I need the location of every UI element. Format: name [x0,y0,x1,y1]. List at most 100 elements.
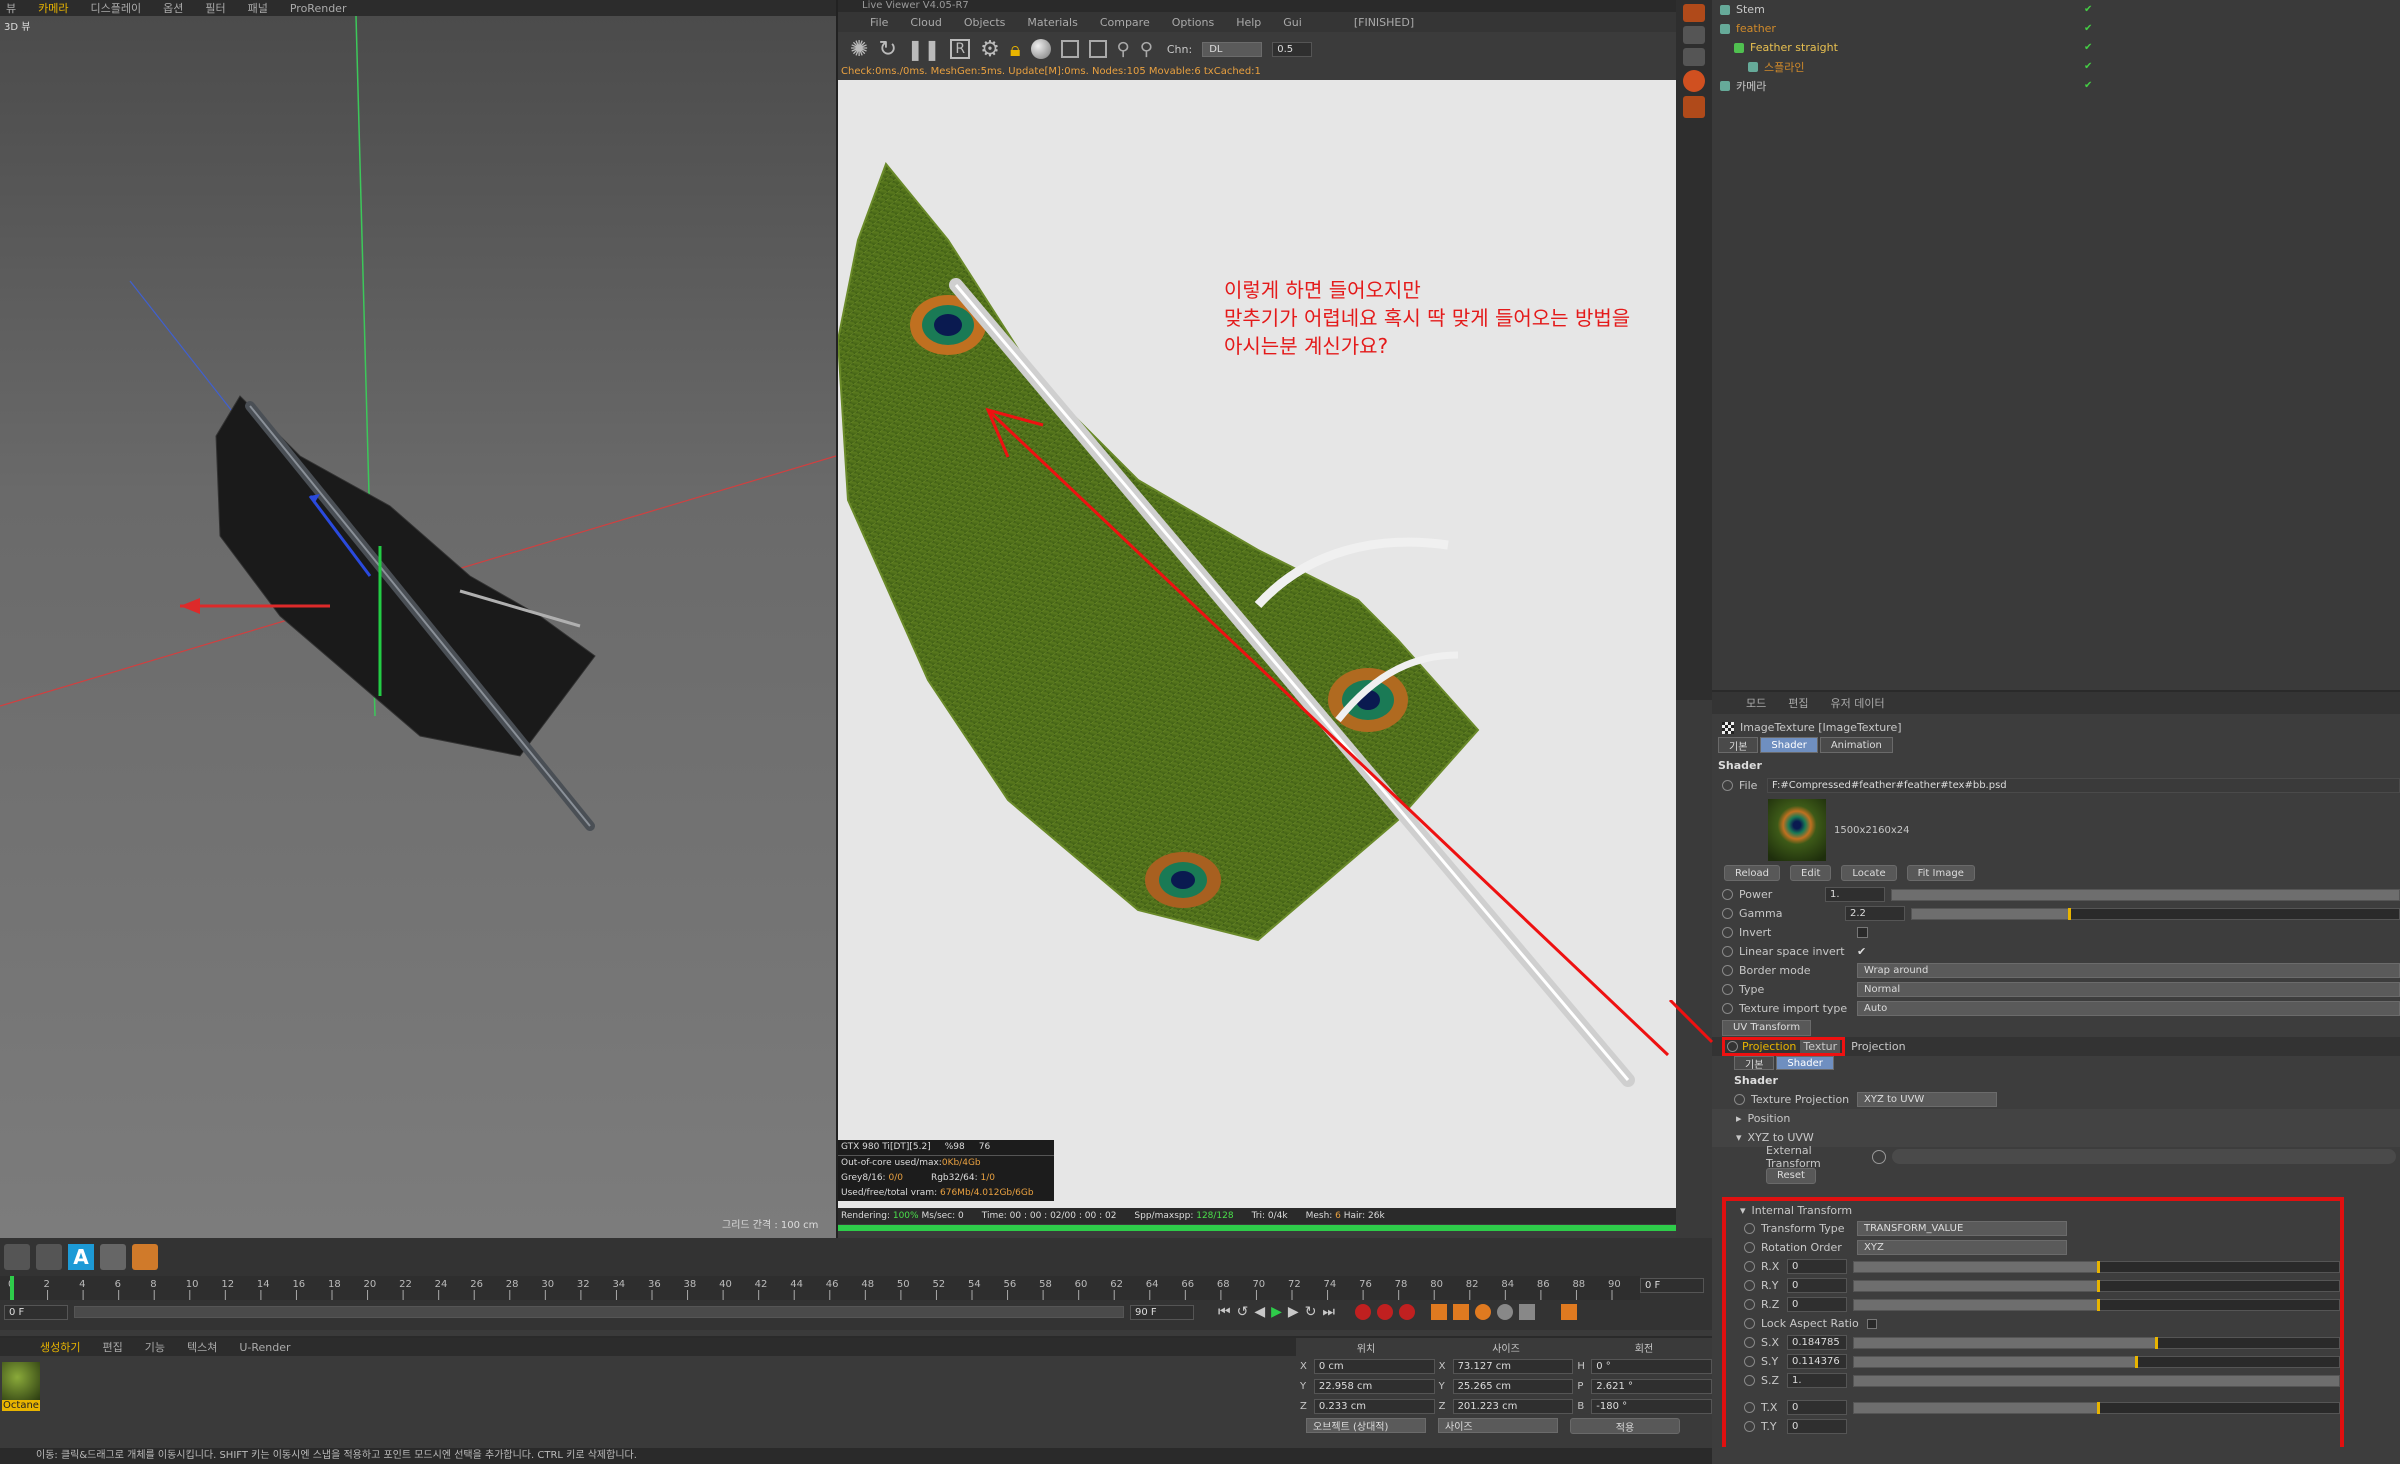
tx-anim-dot[interactable] [1744,1402,1755,1413]
param-key-icon[interactable] [1497,1304,1514,1320]
tab-basic[interactable]: 기본 [1718,737,1759,753]
material-swatch[interactable]: Octane [2,1362,40,1414]
rz-anim-dot[interactable] [1744,1299,1755,1310]
coord-field[interactable]: 73.127 cm [1452,1358,1574,1374]
sx-field[interactable]: 0.184785 [1787,1335,1847,1350]
frame-range-slider[interactable] [74,1306,1124,1318]
attr-menu-userdata[interactable]: 유저 데이터 [1831,695,1885,711]
palette-tool-5-icon[interactable] [1683,96,1705,118]
ty-anim-dot[interactable] [1744,1421,1755,1432]
ty-field[interactable]: 0 [1787,1419,1847,1434]
tx-slider[interactable] [1853,1401,2340,1414]
lv-menu-compare[interactable]: Compare [1100,16,1150,29]
border-mode-select[interactable]: Wrap around [1857,963,2400,978]
border-anim-dot[interactable] [1722,965,1733,976]
lv-menu-materials[interactable]: Materials [1027,16,1077,29]
visibility-check-icon[interactable]: ✔ [2084,61,2092,72]
uv-transform-button[interactable]: UV Transform [1722,1019,1812,1036]
restart-icon[interactable]: ↻ [878,37,896,62]
linear-invert-checkbox[interactable]: ✔ [1857,945,1866,958]
transform-type-anim-dot[interactable] [1744,1223,1755,1234]
mat-menu-create[interactable]: 생성하기 [40,1339,80,1355]
lock-anim-dot[interactable] [1744,1318,1755,1329]
projection-tab[interactable]: Projection [1742,1040,1796,1053]
type-anim-dot[interactable] [1722,984,1733,995]
goto-end-icon[interactable]: ⏭ [1322,1304,1335,1320]
tx-field[interactable]: 0 [1787,1400,1847,1415]
pla-key-icon[interactable] [1519,1304,1536,1320]
prev-key-icon[interactable]: ↺ [1237,1304,1249,1320]
object-row[interactable]: 카메라 ✔ [1712,76,2400,95]
sy-field[interactable]: 0.114376 [1787,1354,1847,1369]
menu-display[interactable]: 디스플레이 [91,0,142,16]
timeline-ruler[interactable]: 0246810121416182022242628303234363840424… [0,1276,1640,1300]
end-frame-field[interactable]: 90 F [1130,1304,1194,1320]
coord-field[interactable]: -180 ° [1591,1398,1713,1414]
palette-tool-1-icon[interactable] [1683,4,1705,22]
ext-transform-field[interactable] [1892,1149,2396,1164]
rx-field[interactable]: 0 [1787,1259,1847,1274]
menu-camera[interactable]: 카메라 [38,0,68,16]
projection-anim-dot[interactable] [1727,1041,1738,1052]
lock-icon[interactable]: 🔒︎ [1010,37,1021,61]
render-canvas[interactable]: 이렇게 하면 들어오지만 맞추기가 어렵네요 혹시 딱 맞게 들어오는 방법을 … [838,80,1676,1208]
edit-button[interactable]: Edit [1790,865,1832,881]
rx-slider[interactable] [1853,1260,2340,1273]
menu-options[interactable]: 옵션 [163,0,183,16]
current-frame-field[interactable]: 0 F [1640,1278,1704,1293]
coord-mode-select[interactable]: 오브젝트 (상대적) [1306,1418,1426,1433]
sub-tab-shader[interactable]: Shader [1776,1056,1834,1070]
coord-field[interactable]: 2.621 ° [1591,1378,1713,1394]
coord-size-select[interactable]: 사이즈 [1438,1418,1558,1433]
record-icon[interactable] [1355,1304,1372,1320]
pick-focus-icon[interactable]: ⚲ [1117,39,1130,60]
ry-field[interactable]: 0 [1787,1278,1847,1293]
lock-aspect-checkbox[interactable] [1867,1318,1877,1329]
settings-gear-icon[interactable]: ⚙ [980,37,1000,62]
next-frame-icon[interactable]: ▶ [1288,1304,1299,1320]
locate-button[interactable]: Locate [1841,865,1897,881]
type-select[interactable]: Normal [1857,982,2400,997]
linear-anim-dot[interactable] [1722,946,1733,957]
rotation-order-select[interactable]: XYZ [1857,1240,2067,1255]
mat-menu-urender[interactable]: U-Render [239,1341,290,1354]
lv-menu-file[interactable]: File [870,16,888,29]
playhead[interactable] [10,1276,14,1300]
invert-checkbox[interactable] [1857,927,1868,938]
power-anim-dot[interactable] [1722,889,1733,900]
reload-button[interactable]: Reload [1724,865,1781,881]
mat-menu-edit[interactable]: 편집 [102,1339,122,1355]
coord-field[interactable]: 22.958 cm [1313,1378,1435,1394]
gamma-slider[interactable] [1911,907,2400,920]
ry-slider[interactable] [1853,1279,2340,1292]
texture-thumbnail[interactable] [1768,799,1826,861]
sz-field[interactable]: 1. [1787,1373,1847,1388]
rz-field[interactable]: 0 [1787,1297,1847,1312]
visibility-check-icon[interactable]: ✔ [2084,80,2092,91]
import-type-select[interactable]: Auto [1857,1001,2400,1016]
visibility-check-icon[interactable]: ✔ [2084,42,2092,53]
object-row[interactable]: feather ✔ [1712,19,2400,38]
internal-transform-header[interactable]: ▾ Internal Transform [1726,1201,2340,1219]
lv-menu-cloud[interactable]: Cloud [910,16,941,29]
visibility-check-icon[interactable]: ✔ [2084,4,2092,15]
brush-tool-icon[interactable] [36,1244,62,1270]
goto-start-icon[interactable]: ⏮ [1218,1304,1231,1320]
coord-field[interactable]: 0 ° [1591,1358,1713,1374]
lv-menu-options[interactable]: Options [1172,16,1214,29]
pause-icon[interactable]: ❚❚ [907,37,941,61]
texture-tab[interactable]: Textur [1800,1040,1841,1053]
file-path-field[interactable]: F:#Compressed#feather#feather#tex#bb.psd [1767,778,2400,793]
sz-anim-dot[interactable] [1744,1375,1755,1386]
menu-view[interactable]: 뷰 [6,0,16,16]
lv-menu-objects[interactable]: Objects [964,16,1006,29]
sx-anim-dot[interactable] [1744,1337,1755,1348]
lv-menu-help[interactable]: Help [1236,16,1261,29]
tex-proj-anim-dot[interactable] [1734,1094,1745,1105]
apply-button[interactable]: 적용 [1570,1418,1680,1434]
cube-tool-icon[interactable] [132,1244,158,1270]
start-frame-field[interactable]: 0 F [4,1304,68,1320]
reset-button[interactable]: Reset [1766,1167,1816,1184]
material-ball-icon[interactable] [1030,39,1051,59]
object-row[interactable]: Stem ✔ [1712,0,2400,19]
